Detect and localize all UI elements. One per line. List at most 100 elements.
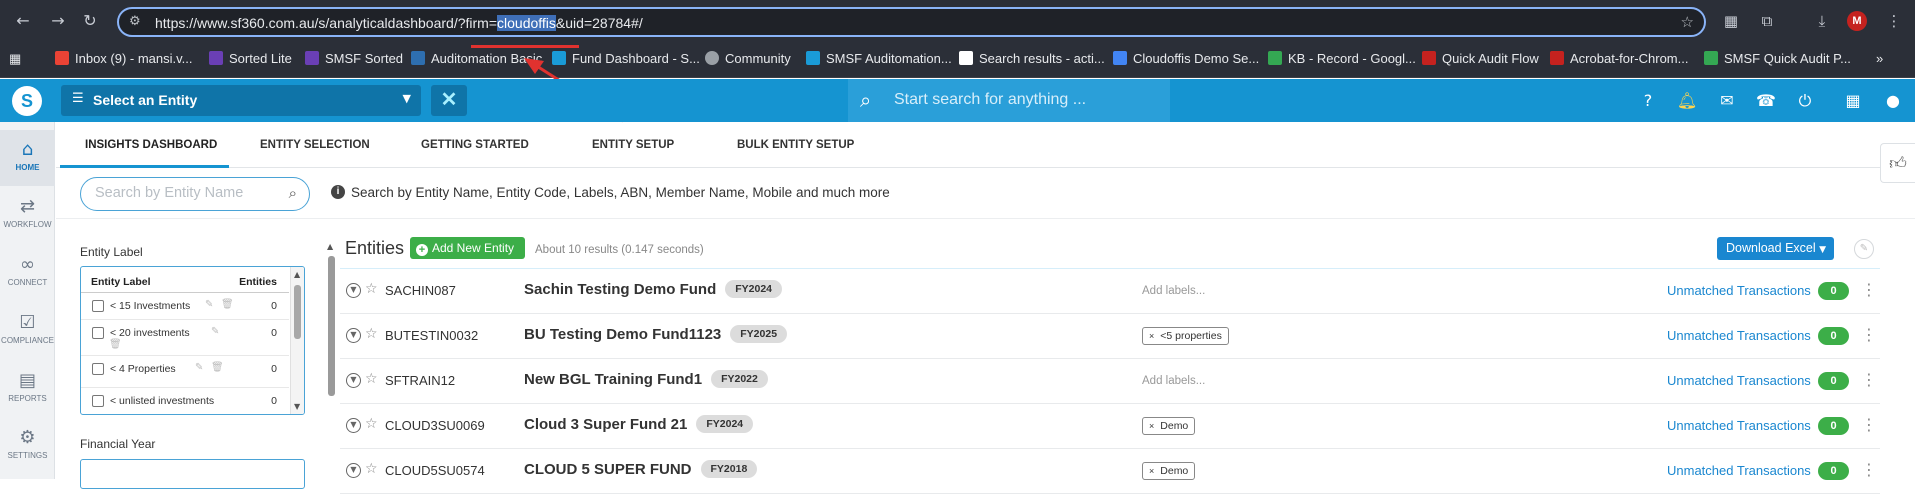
unmatched-transactions-link[interactable]: Unmatched Transactions [1667, 373, 1811, 388]
label-checkbox[interactable] [92, 300, 104, 312]
rail-item-connect[interactable]: ∞ CONNECT [0, 245, 55, 301]
label-tag[interactable]: × Demo [1142, 462, 1196, 480]
edit-icon[interactable]: ✎ [195, 362, 203, 373]
remove-tag-icon[interactable]: × [1149, 466, 1154, 476]
scroll-up-icon[interactable]: ▲ [294, 270, 300, 279]
apps-icon[interactable]: ▦ [1842, 90, 1864, 112]
tab-entity-selection[interactable]: ENTITY SELECTION [260, 139, 370, 151]
power-icon[interactable]: ⏻ [1794, 90, 1816, 112]
download-excel-button[interactable]: Download Excel ▼ [1717, 237, 1834, 260]
back-icon[interactable]: ← [12, 10, 34, 32]
extension-icon[interactable]: ▦ [1720, 10, 1742, 32]
menu-dots-icon[interactable]: ⋮ [1883, 10, 1905, 32]
site-info-icon[interactable]: ⚙ [129, 14, 141, 29]
label-tag[interactable]: × <5 properties [1142, 327, 1229, 345]
entity-name[interactable]: BU Testing Demo Fund1123 FY2025 [524, 325, 788, 343]
entity-list-scrollbar[interactable]: ▲ [327, 242, 336, 482]
expand-icon[interactable]: ▼ [346, 328, 361, 343]
edit-icon[interactable]: ✎ [205, 299, 213, 310]
forward-icon[interactable]: → [47, 10, 69, 32]
unmatched-transactions-link[interactable]: Unmatched Transactions [1667, 283, 1811, 298]
trash-icon[interactable]: 🗑︎ [109, 339, 122, 350]
add-labels-link[interactable]: Add labels... [1142, 375, 1205, 387]
expand-icon[interactable]: ▼ [346, 418, 361, 433]
entity-name[interactable]: New BGL Training Fund1 FY2022 [524, 370, 768, 388]
table-row[interactable]: ▼ ☆ CLOUD5SU0574 CLOUD 5 SUPER FUND FY201… [340, 449, 1880, 494]
star-icon[interactable]: ☆ [365, 416, 378, 432]
scroll-thumb[interactable] [294, 285, 301, 339]
star-icon[interactable]: ☆ [365, 326, 378, 342]
trash-icon[interactable]: 🗑︎ [211, 362, 224, 373]
rail-item-home[interactable]: ⌂ HOME [0, 130, 55, 186]
puzzle-icon[interactable]: ⧉ [1756, 10, 1778, 32]
tab-bulk-entity-setup[interactable]: BULK ENTITY SETUP [737, 139, 854, 151]
url-text[interactable]: https://www.sf360.com.au/s/analyticaldas… [155, 15, 643, 31]
chat-icon[interactable]: ✉ [1716, 90, 1738, 112]
feedback-thumbs-up-icon[interactable]: 👍︎ [1880, 143, 1915, 183]
scroll-down-icon[interactable]: ▼ [294, 402, 300, 411]
bookmark-item[interactable]: KB - Record - Googl... [1268, 51, 1416, 69]
bookmark-item[interactable]: Community [705, 51, 791, 69]
pencil-icon[interactable]: ✎ [1854, 239, 1874, 259]
rail-item-settings[interactable]: ⚙ SETTINGS [0, 418, 55, 474]
profile-avatar[interactable]: M [1847, 11, 1867, 31]
xero-button[interactable]: ✕ [431, 85, 467, 116]
entity-name[interactable]: Sachin Testing Demo Fund FY2024 [524, 280, 783, 298]
remove-tag-icon[interactable]: × [1149, 421, 1154, 431]
phone-icon[interactable]: ☎ [1755, 90, 1777, 112]
bookmark-item[interactable]: Acrobat-for-Chrom... [1550, 51, 1688, 69]
add-new-entity-button[interactable]: + Add New Entity [410, 237, 525, 259]
table-row[interactable]: ▼ ☆ BUTESTIN0032 BU Testing Demo Fund112… [340, 314, 1880, 359]
entity-select-dropdown[interactable]: ☰ Select an Entity ▼ [61, 85, 421, 116]
reload-icon[interactable]: ↻ [79, 10, 101, 32]
address-bar[interactable]: ⚙ https://www.sf360.com.au/s/analyticald… [117, 7, 1706, 37]
tab-entity-setup[interactable]: ENTITY SETUP [592, 139, 674, 151]
star-icon[interactable]: ☆ [365, 461, 378, 477]
scroll-up-icon[interactable]: ▲ [327, 242, 333, 251]
entity-search-input[interactable] [95, 185, 275, 201]
rail-item-workflow[interactable]: ⇄ WORKFLOW [0, 187, 55, 243]
scroll-thumb[interactable] [328, 256, 335, 396]
search-icon[interactable]: ⌕ [289, 184, 297, 202]
bell-icon[interactable]: 🔔︎ [1676, 90, 1698, 112]
more-options-icon[interactable]: ⋮ [1861, 280, 1877, 299]
more-options-icon[interactable]: ⋮ [1861, 325, 1877, 344]
trash-icon[interactable]: 🗑︎ [221, 299, 234, 310]
help-icon[interactable]: ? [1637, 90, 1659, 112]
tab-getting-started[interactable]: GETTING STARTED [421, 139, 529, 151]
user-icon[interactable]: ● [1882, 90, 1904, 112]
label-table-scrollbar[interactable]: ▲ ▼ [290, 267, 304, 414]
label-checkbox[interactable] [92, 327, 104, 339]
remove-tag-icon[interactable]: × [1149, 331, 1154, 341]
bookmark-item[interactable]: Quick Audit Flow [1422, 51, 1539, 69]
label-tag[interactable]: × Demo [1142, 417, 1196, 435]
star-icon[interactable]: ☆ [365, 371, 378, 387]
sf360-logo[interactable]: S [12, 86, 42, 116]
more-options-icon[interactable]: ⋮ [1861, 370, 1877, 389]
label-checkbox[interactable] [92, 363, 104, 375]
bookmark-item[interactable]: Sorted Lite [209, 51, 292, 69]
rail-item-compliance[interactable]: ☑ COMPLIANCE [0, 303, 55, 359]
table-row[interactable]: ▼ ☆ CLOUD3SU0069 Cloud 3 Super Fund 21 FY… [340, 404, 1880, 449]
table-row[interactable]: ▼ ☆ SFTRAIN12 New BGL Training Fund1 FY20… [340, 359, 1880, 404]
bookmark-star-icon[interactable]: ☆ [1681, 13, 1694, 31]
global-search[interactable]: ⌕ Start search for anything ... [848, 79, 1170, 122]
download-icon[interactable]: ⤓ [1811, 10, 1833, 32]
edit-icon[interactable]: ✎ [211, 326, 219, 337]
expand-icon[interactable]: ▼ [346, 463, 361, 478]
bookmark-item[interactable]: SMSF Quick Audit P... [1704, 51, 1851, 69]
label-checkbox[interactable] [92, 395, 104, 407]
entity-name[interactable]: CLOUD 5 SUPER FUND FY2018 [524, 460, 758, 478]
bookmark-item[interactable]: Search results - acti... [959, 51, 1105, 69]
star-icon[interactable]: ☆ [365, 281, 378, 297]
expand-icon[interactable]: ▼ [346, 283, 361, 298]
more-options-icon[interactable]: ⋮ [1861, 460, 1877, 479]
expand-icon[interactable]: ▼ [346, 373, 361, 388]
unmatched-transactions-link[interactable]: Unmatched Transactions [1667, 463, 1811, 478]
unmatched-transactions-link[interactable]: Unmatched Transactions [1667, 328, 1811, 343]
unmatched-transactions-link[interactable]: Unmatched Transactions [1667, 418, 1811, 433]
apps-grid-icon[interactable]: ▦ [9, 51, 21, 69]
bookmark-item[interactable]: Inbox (9) - mansi.v... [55, 51, 193, 69]
bookmark-item[interactable]: SMSF Auditomation... [806, 51, 952, 69]
add-labels-link[interactable]: Add labels... [1142, 285, 1205, 297]
